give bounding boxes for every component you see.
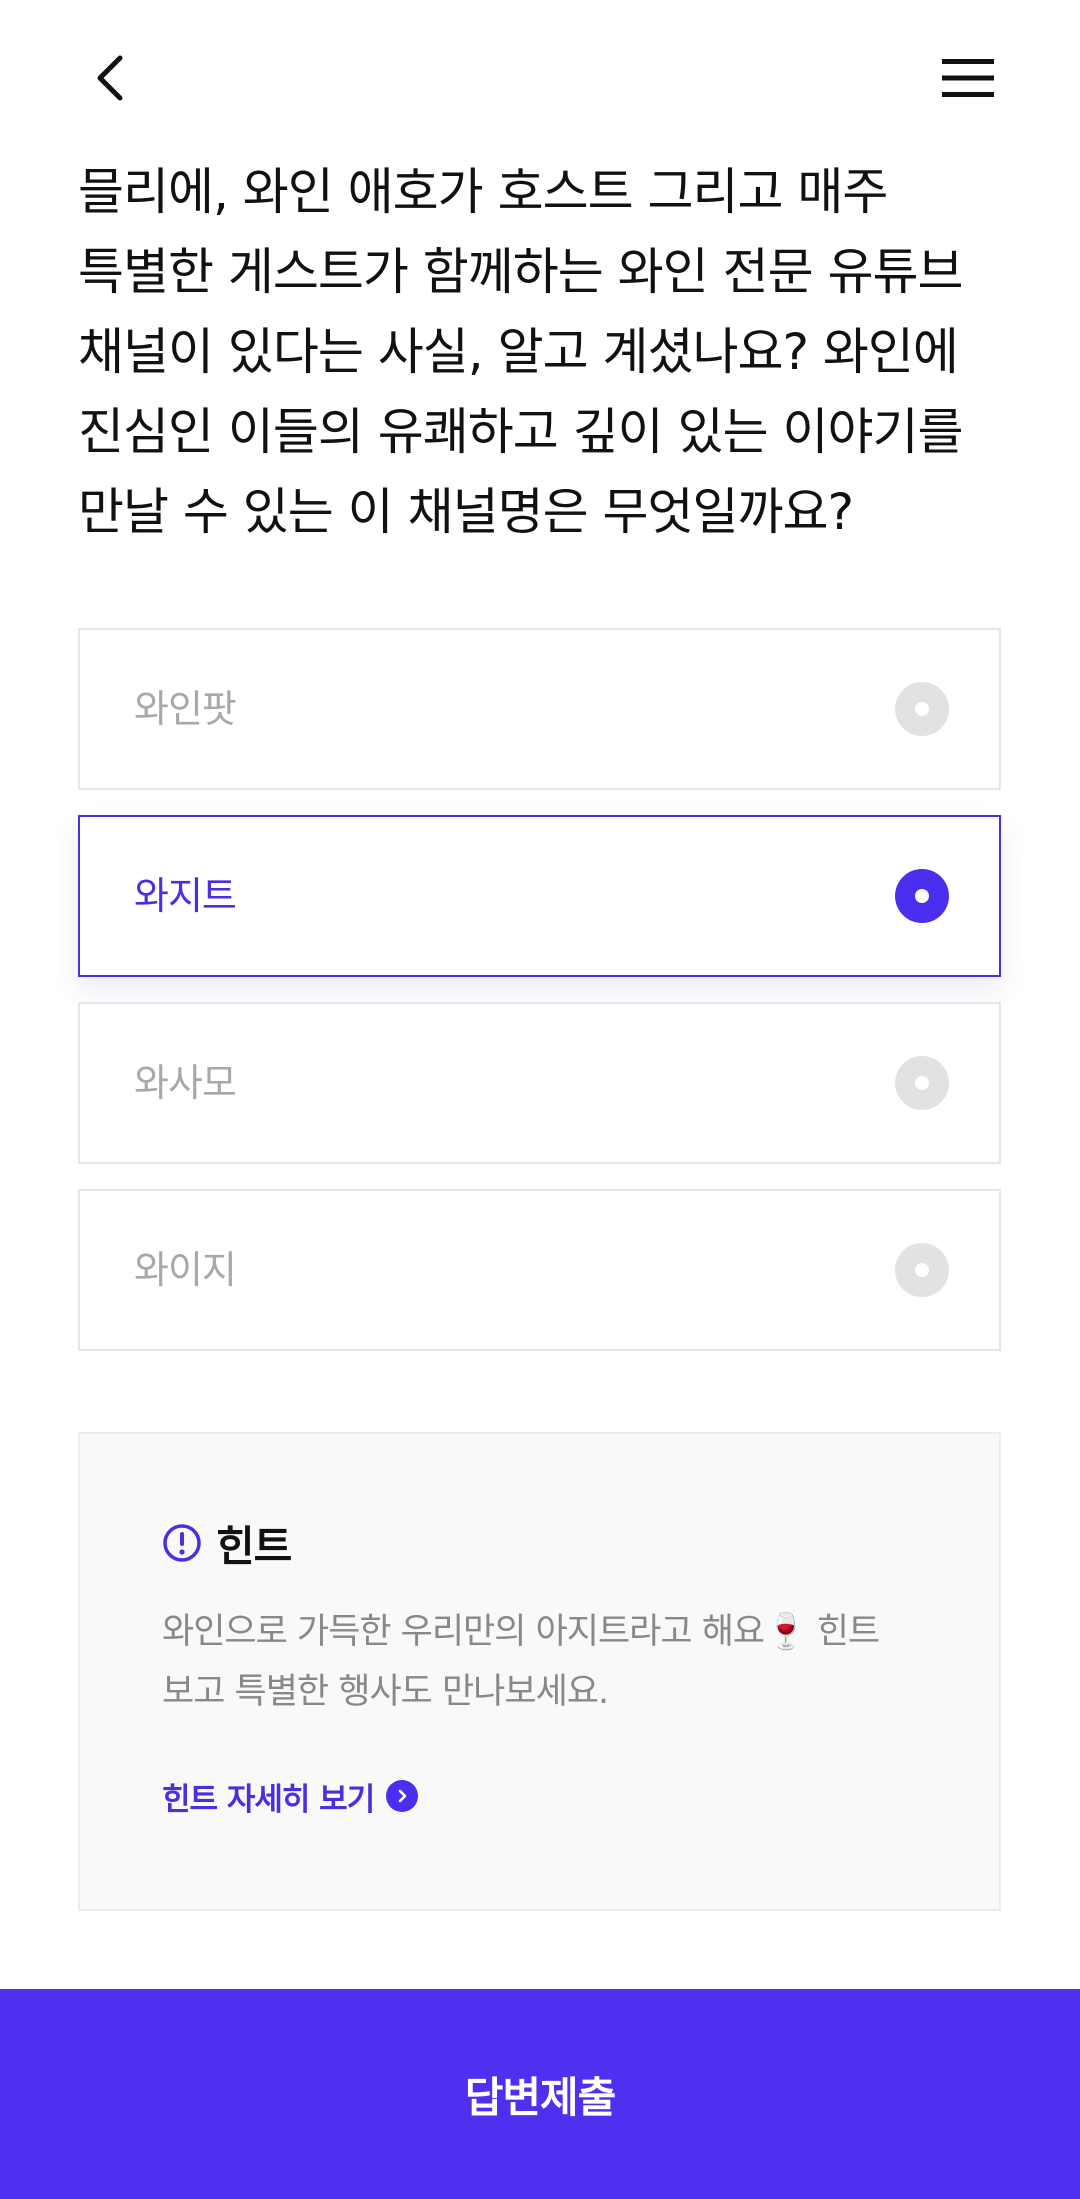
answer-option-1[interactable]: 와인팟 <box>78 628 1001 790</box>
hint-title: 힌트 <box>216 1521 292 1571</box>
radio-button[interactable] <box>895 869 949 923</box>
answer-option-3[interactable]: 와사모 <box>78 1002 1001 1164</box>
radio-button[interactable] <box>895 1056 949 1110</box>
chevron-left-icon <box>97 55 123 101</box>
question-text: 믈리에, 와인 애호가 호스트 그리고 매주 특별한 게스트가 함께하는 와인 … <box>78 163 963 541</box>
submit-label: 답변제출 <box>464 2073 617 2121</box>
radio-button[interactable] <box>895 1243 949 1297</box>
option-label: 와지트 <box>134 874 237 918</box>
hint-header: 힌트 <box>162 1518 292 1571</box>
option-label: 와사모 <box>134 1061 237 1105</box>
radio-button[interactable] <box>895 682 949 736</box>
hamburger-menu-icon <box>942 59 994 97</box>
top-bar <box>0 0 1080 150</box>
hint-link-label: 힌트 자세히 보기 <box>162 1781 375 1818</box>
answer-option-2[interactable]: 와지트 <box>78 815 1001 977</box>
exclamation-circle-icon <box>162 1523 202 1563</box>
answer-options: 와인팟 와지트 와사모 와이지 <box>78 628 1001 1376</box>
menu-button[interactable] <box>936 50 1000 106</box>
hint-text: 와인으로 가득한 우리만의 아지트라고 해요🍷 힌트 보고 특별한 행사도 만나… <box>162 1612 880 1712</box>
option-label: 와이지 <box>134 1248 237 1292</box>
submit-answer-button[interactable]: 답변제출 <box>0 1989 1080 2199</box>
chevron-right-circle-icon <box>386 1780 419 1812</box>
answer-option-4[interactable]: 와이지 <box>78 1189 1001 1351</box>
back-button[interactable] <box>80 48 140 108</box>
hint-box: 힌트 와인으로 가득한 우리만의 아지트라고 해요🍷 힌트 보고 특별한 행사도… <box>78 1432 1001 1911</box>
option-label: 와인팟 <box>134 687 237 731</box>
hint-detail-link[interactable]: 힌트 자세히 보기 <box>162 1774 419 1818</box>
